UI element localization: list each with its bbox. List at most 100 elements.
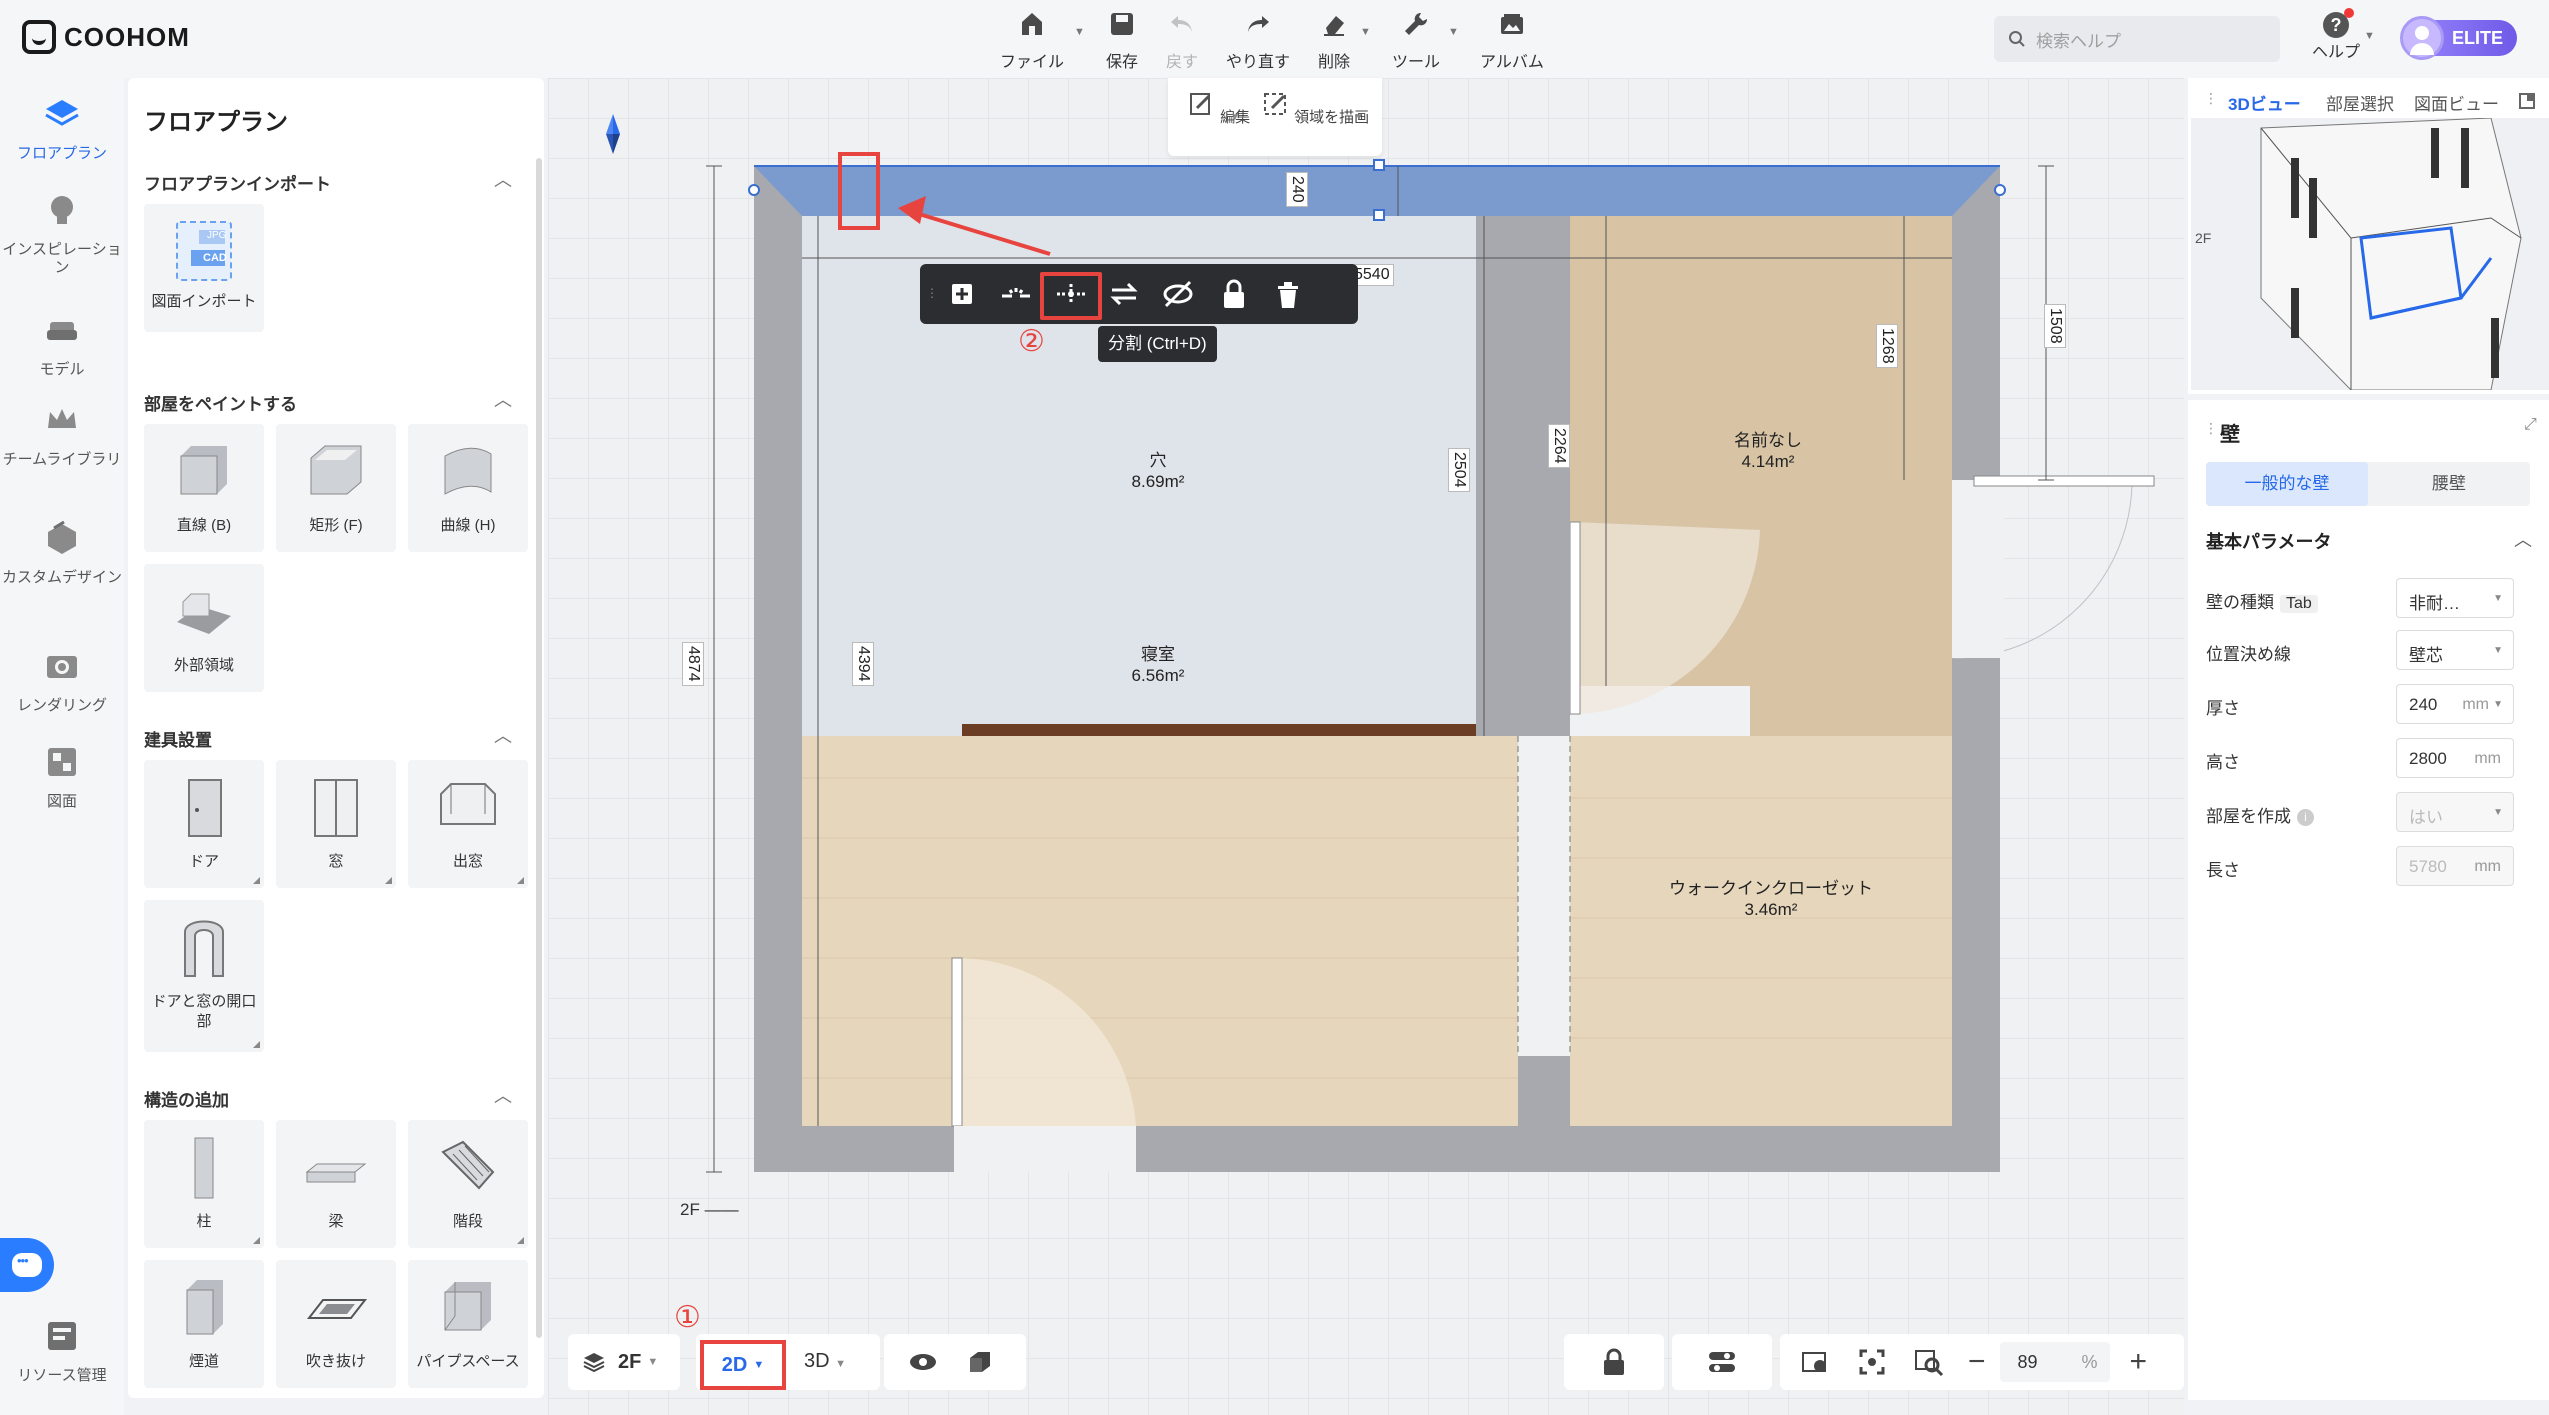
room-wood-lower-left[interactable] <box>802 736 1518 1126</box>
thickness-input[interactable]: 240 mm ▼ <box>2396 684 2514 724</box>
avatar[interactable] <box>2400 16 2444 60</box>
fit-view-icon[interactable] <box>1800 1348 1830 1376</box>
position-line-select[interactable]: 壁芯 ▼ <box>2396 630 2514 670</box>
expand-corner-icon[interactable] <box>253 1237 260 1244</box>
thickness-caret-icon[interactable]: ▼ <box>2493 699 2503 710</box>
box-view-icon[interactable] <box>966 1348 994 1376</box>
expand-corner-icon[interactable] <box>517 877 524 884</box>
collapse-chevron-icon[interactable]: ︿ <box>494 166 512 192</box>
zoom-input[interactable]: 89 % <box>1999 1342 2110 1382</box>
expand-corner-icon[interactable] <box>253 877 260 884</box>
tile-pipe-space[interactable]: パイプスペース <box>408 1260 528 1388</box>
room-walk-in-closet[interactable] <box>1570 736 1952 1126</box>
tile-flue[interactable]: 煙道 <box>144 1260 264 1388</box>
drag-handle-icon[interactable]: ⋮ <box>2204 90 2218 107</box>
collapse-chevron-icon[interactable]: ︿ <box>2514 526 2532 552</box>
expand-icon[interactable]: ⤢ <box>2524 416 2537 434</box>
floorplan-canvas[interactable]: 編集 ▼ 領域を描画 ▼ 240 5540 1508 1268 2264 250… <box>548 78 2184 1415</box>
tile-stairs[interactable]: 階段 <box>408 1120 528 1248</box>
panel-scrollbar[interactable] <box>536 158 542 1338</box>
nav-inspiration[interactable]: インスピレーション <box>0 190 124 277</box>
chat-button[interactable] <box>0 1238 54 1292</box>
nav-rendering[interactable]: レンダリング <box>0 646 124 715</box>
help-button[interactable]: ? ヘルプ <box>2312 8 2360 62</box>
room-label-unnamed[interactable]: 名前なし 4.14m² <box>1708 430 1828 472</box>
mode-2d-button[interactable]: 2D ▼ <box>700 1340 786 1390</box>
align-icon[interactable] <box>998 276 1034 312</box>
lock-canvas-button[interactable] <box>1564 1334 1664 1390</box>
expand-corner-icon[interactable] <box>517 1237 524 1244</box>
flip-icon[interactable] <box>1106 276 1142 312</box>
copy-add-icon[interactable] <box>946 276 982 312</box>
drag-handle-icon[interactable]: ⋮ <box>926 286 938 300</box>
collapse-chevron-icon[interactable]: ︿ <box>494 386 512 412</box>
nav-resource-management[interactable]: リソース管理 <box>0 1316 124 1385</box>
redo-button[interactable]: やり直す <box>1226 8 1290 72</box>
file-caret-icon[interactable]: ▼ <box>1074 26 1085 38</box>
zoom-in-button[interactable]: + <box>2130 1345 2148 1379</box>
nav-custom-design[interactable]: カスタムデザイン <box>0 518 124 587</box>
tile-void[interactable]: 吹き抜け <box>276 1260 396 1388</box>
tile-exterior-area[interactable]: 外部領域 <box>144 564 264 692</box>
focus-icon[interactable] <box>1858 1348 1886 1376</box>
mode-3d-button[interactable]: 3D ▼ <box>804 1350 846 1373</box>
tile-curve-room[interactable]: 曲線 (H) <box>408 424 528 552</box>
delete-button[interactable]: 削除 <box>1318 8 1350 72</box>
eye-icon[interactable] <box>908 1352 938 1372</box>
segment-standard-wall[interactable]: 一般的な壁 <box>2206 462 2368 506</box>
zoom-out-button[interactable]: − <box>1968 1345 1986 1379</box>
height-input[interactable]: 2800 mm <box>2396 738 2514 778</box>
nav-team-library[interactable]: チームライブラリ <box>0 400 124 469</box>
expand-corner-icon[interactable] <box>253 1041 260 1048</box>
room-label-hole[interactable]: 穴 8.69m² <box>1108 450 1208 492</box>
delete-caret-icon[interactable]: ▼ <box>1360 26 1371 38</box>
floor-selector[interactable]: 2F ▼ <box>568 1334 680 1390</box>
collapse-chevron-icon[interactable]: ︿ <box>494 1082 512 1108</box>
segment-low-wall[interactable]: 腰壁 <box>2368 462 2530 506</box>
undo-button[interactable]: 戻す <box>1166 8 1198 72</box>
nav-floorplan[interactable]: フロアプラン <box>0 94 124 163</box>
selected-wall[interactable] <box>754 166 2000 216</box>
tile-rect-room[interactable]: 矩形 (F) <box>276 424 396 552</box>
zoom-area-icon[interactable] <box>1914 1347 1944 1377</box>
settings-toggle-button[interactable] <box>1672 1334 1772 1390</box>
drag-handle-icon[interactable]: ⋮ <box>2204 420 2218 437</box>
save-button[interactable]: 保存 <box>1106 8 1138 72</box>
room-label-closet[interactable]: ウォークインクローゼット 3.46m² <box>1666 878 1876 920</box>
tile-bay-window[interactable]: 出窓 <box>408 760 528 888</box>
nav-model[interactable]: モデル <box>0 310 124 379</box>
user-menu[interactable]: ELITE <box>2400 16 2518 60</box>
3d-preview[interactable]: 2F <box>2191 118 2549 390</box>
album-button[interactable]: アルバム <box>1480 8 1544 72</box>
tile-column[interactable]: 柱 <box>144 1120 264 1248</box>
help-caret-icon[interactable]: ▼ <box>2364 30 2375 42</box>
tile-beam[interactable]: 梁 <box>276 1120 396 1248</box>
lock-icon[interactable] <box>1216 276 1252 312</box>
tab-room-select[interactable]: 部屋選択 <box>2326 90 2394 115</box>
tile-door[interactable]: ドア <box>144 760 264 888</box>
lock-icon <box>1604 1348 1624 1375</box>
create-room-select[interactable]: はい ▼ <box>2396 792 2514 832</box>
tab-plan-view[interactable]: 図面ビュー <box>2414 90 2499 115</box>
expand-corner-icon[interactable] <box>385 877 392 884</box>
tab-3d-view[interactable]: 3Dビュー <box>2228 90 2301 115</box>
tile-import-drawing[interactable]: JPG CAD 図面インポート <box>144 204 264 332</box>
file-menu-button[interactable]: ファイル <box>1000 8 1064 72</box>
wall-type-select[interactable]: 非耐… ▼ <box>2396 578 2514 618</box>
info-icon[interactable]: i <box>2297 809 2314 826</box>
collapse-chevron-icon[interactable]: ︿ <box>494 722 512 748</box>
tools-caret-icon[interactable]: ▼ <box>1448 26 1459 38</box>
nav-drawing[interactable]: 図面 <box>0 742 124 811</box>
tools-button[interactable]: ツール <box>1392 8 1440 72</box>
search-input[interactable]: 検索ヘルプ <box>1994 16 2280 62</box>
section-title-paint: 部屋をペイントする <box>144 395 297 414</box>
tile-window[interactable]: 窓 <box>276 760 396 888</box>
tile-straight-room[interactable]: 直線 (B) <box>144 424 264 552</box>
trash-icon[interactable] <box>1270 276 1306 312</box>
room-label-bedroom[interactable]: 寝室 6.56m² <box>1108 644 1208 686</box>
tile-door-window-opening[interactable]: ドアと窓の開口部 <box>144 900 264 1052</box>
length-input[interactable]: 5780 mm <box>2396 846 2514 886</box>
expand-panel-icon[interactable] <box>2518 92 2536 110</box>
app-logo[interactable]: COOHOM <box>22 20 190 54</box>
hide-icon[interactable] <box>1160 276 1196 312</box>
